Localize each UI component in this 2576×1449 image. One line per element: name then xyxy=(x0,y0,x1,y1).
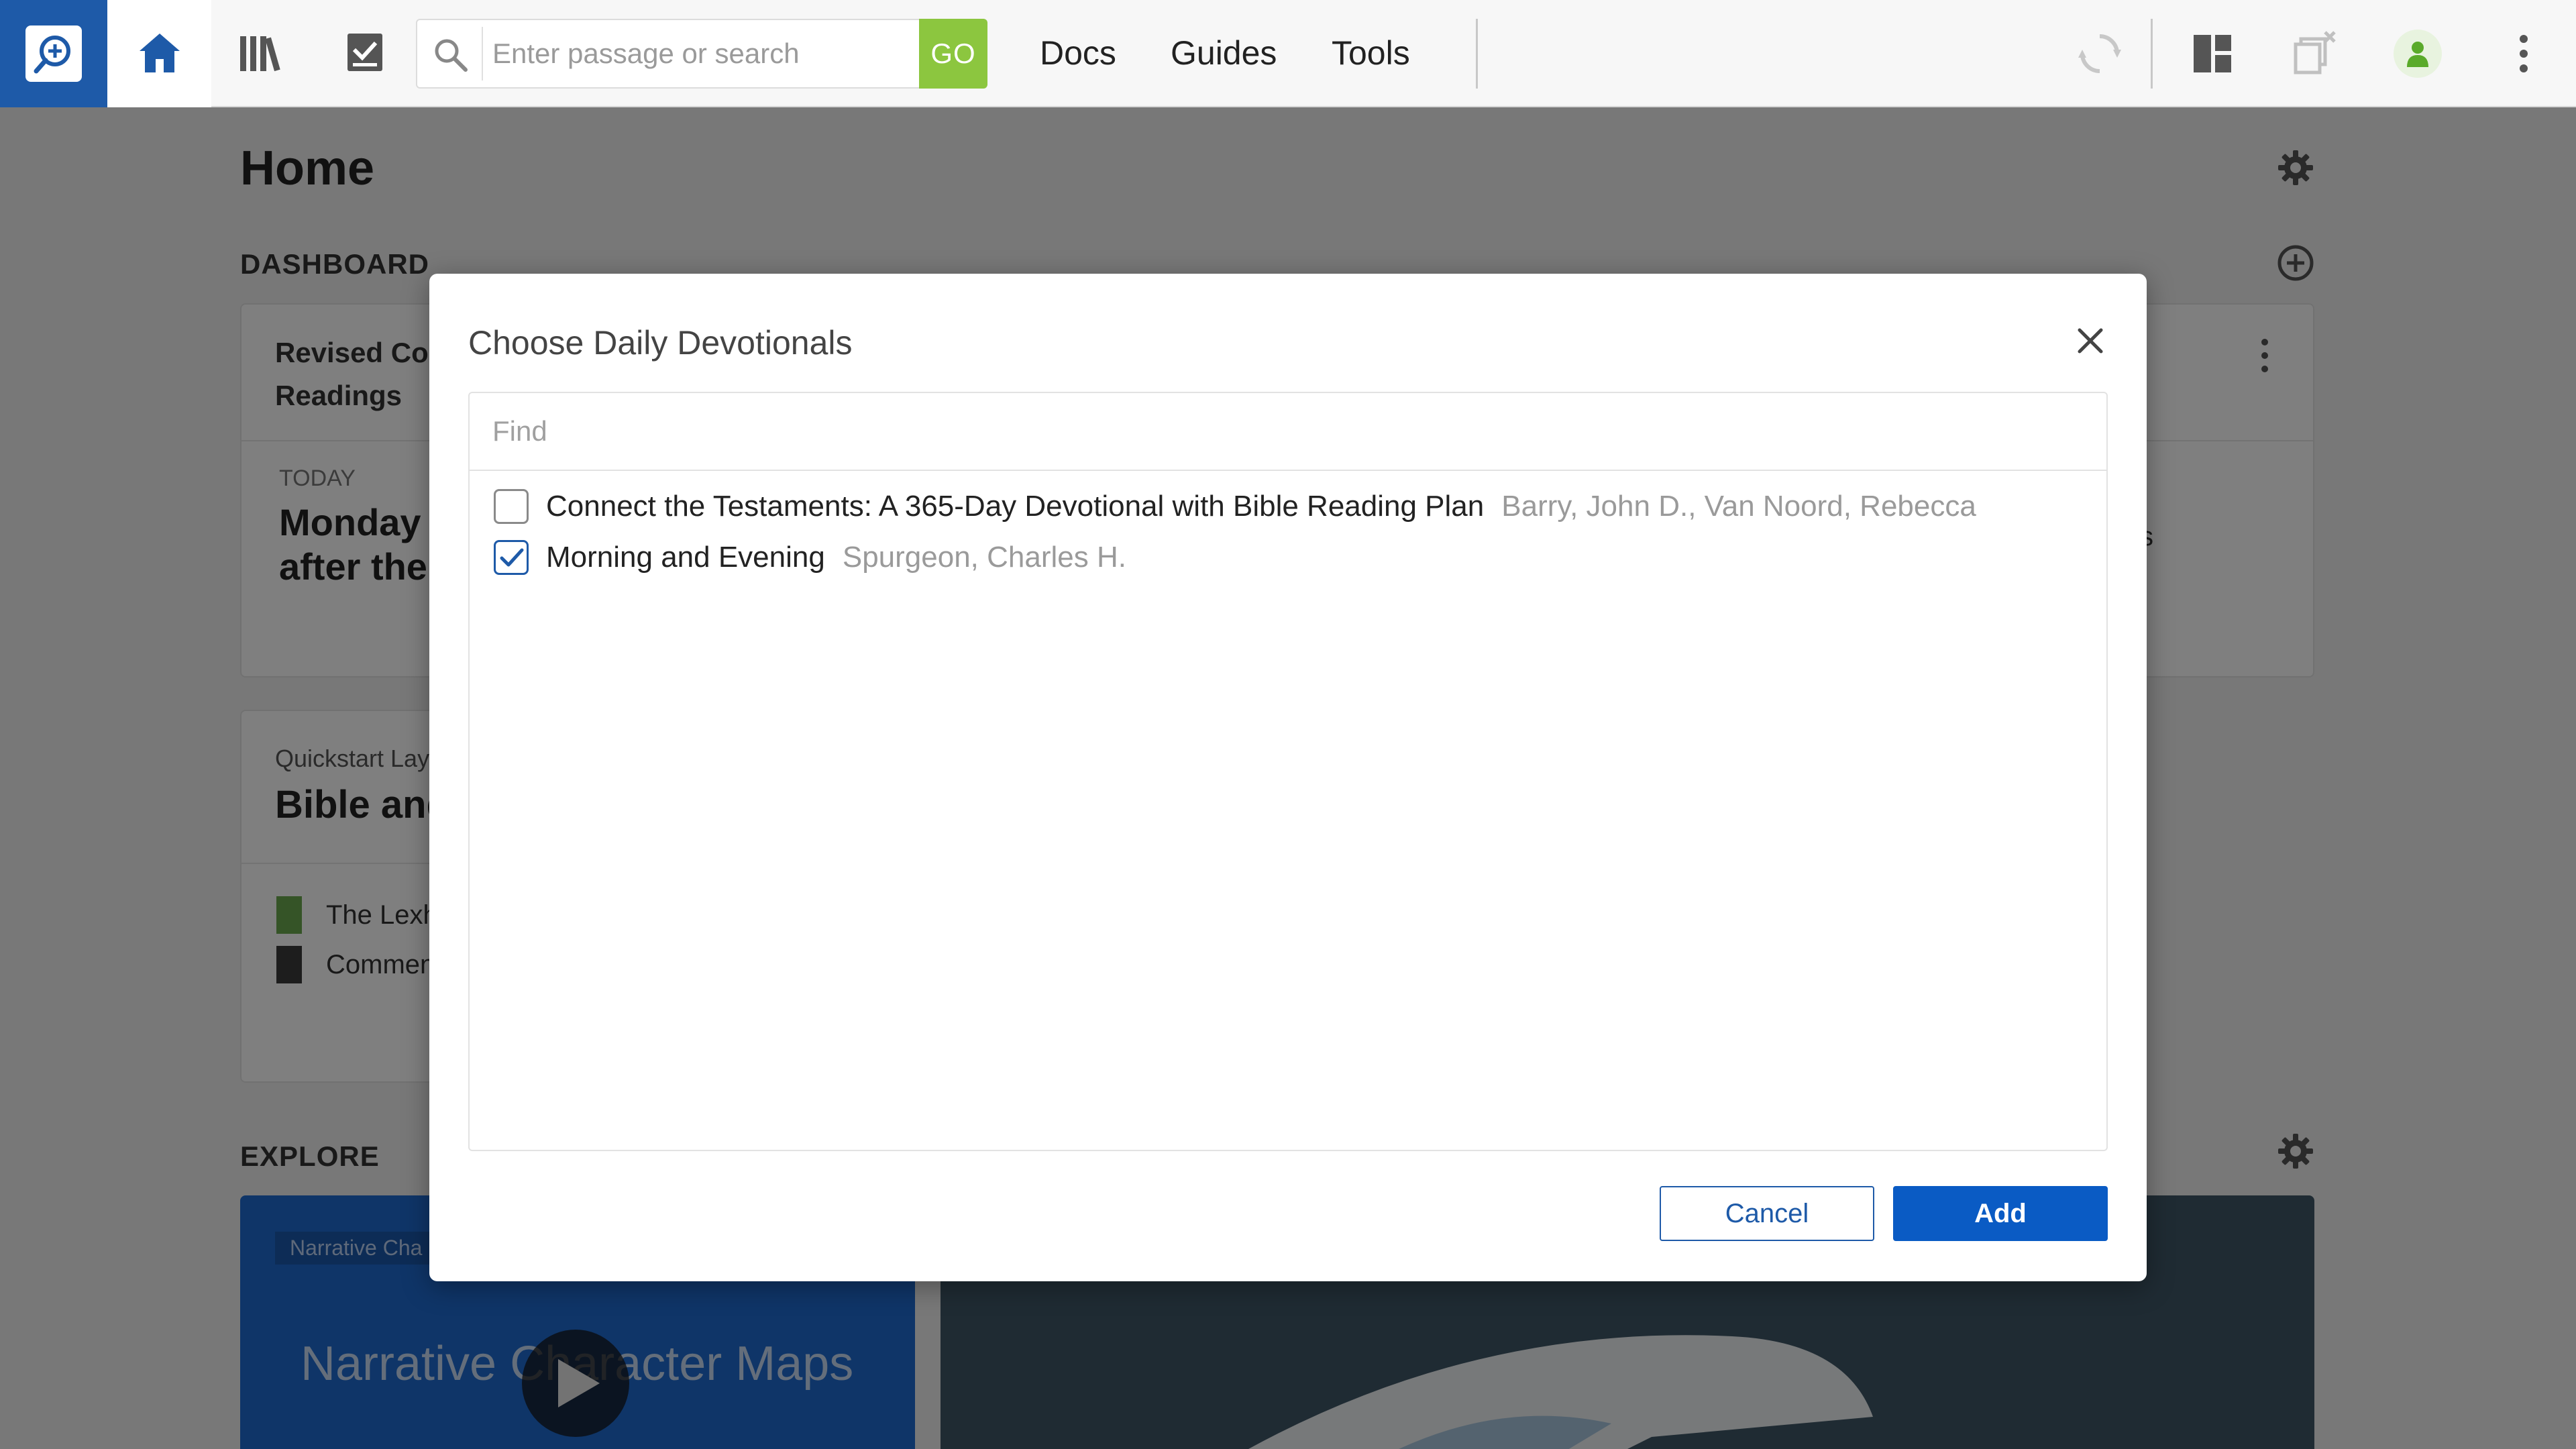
devotional-author: Barry, John D., Van Noord, Rebecca xyxy=(1501,490,1976,523)
find-input[interactable] xyxy=(470,393,2106,471)
devotional-author: Spurgeon, Charles H. xyxy=(842,541,1126,574)
account-avatar[interactable] xyxy=(2394,30,2442,78)
devotional-list-panel: Connect the Testaments: A 365-Day Devoti… xyxy=(468,392,2108,1151)
layouts-icon[interactable] xyxy=(2188,30,2237,78)
home-icon xyxy=(140,34,180,72)
nav-tools[interactable]: Tools xyxy=(1332,34,1410,72)
search-icon[interactable] xyxy=(432,36,470,74)
search-input[interactable] xyxy=(492,31,855,76)
devotional-title: Connect the Testaments: A 365-Day Devoti… xyxy=(546,490,1485,523)
nav-guides[interactable]: Guides xyxy=(1171,34,1277,72)
user-icon xyxy=(2407,42,2428,67)
logo-search-icon xyxy=(25,25,82,82)
more-menu-icon[interactable] xyxy=(2500,30,2548,78)
devotional-item-morning-evening[interactable]: Morning and Evening Spurgeon, Charles H. xyxy=(494,534,1126,581)
search-box: GO xyxy=(416,19,987,89)
close-button[interactable] xyxy=(2066,317,2114,365)
library-icon[interactable] xyxy=(236,30,284,78)
choose-devotionals-dialog: Choose Daily Devotionals Connect the Tes… xyxy=(429,274,2147,1281)
nav-docs[interactable]: Docs xyxy=(1040,34,1116,72)
add-button[interactable]: Add xyxy=(1893,1186,2108,1241)
devotional-checkbox-checked[interactable] xyxy=(494,540,529,575)
home-tab[interactable] xyxy=(107,0,211,107)
dialog-title: Choose Daily Devotionals xyxy=(468,324,853,362)
top-toolbar: GO Docs Guides Tools xyxy=(0,0,2576,107)
go-button[interactable]: GO xyxy=(919,19,987,89)
devotional-checkbox[interactable] xyxy=(494,489,529,524)
checkmark-icon xyxy=(500,548,524,567)
toolbar-divider-right xyxy=(2151,19,2153,89)
app-logo[interactable] xyxy=(0,0,107,107)
cancel-button[interactable]: Cancel xyxy=(1660,1186,1874,1241)
toolbar-divider xyxy=(1476,19,1478,89)
sync-icon[interactable] xyxy=(2076,30,2124,78)
devotional-item-connect-testaments[interactable]: Connect the Testaments: A 365-Day Devoti… xyxy=(494,483,1976,530)
reading-plan-icon[interactable] xyxy=(341,30,389,78)
search-separator xyxy=(482,27,483,80)
devotional-title: Morning and Evening xyxy=(546,541,825,574)
close-icon xyxy=(2078,328,2103,354)
close-panels-icon[interactable] xyxy=(2290,30,2339,78)
